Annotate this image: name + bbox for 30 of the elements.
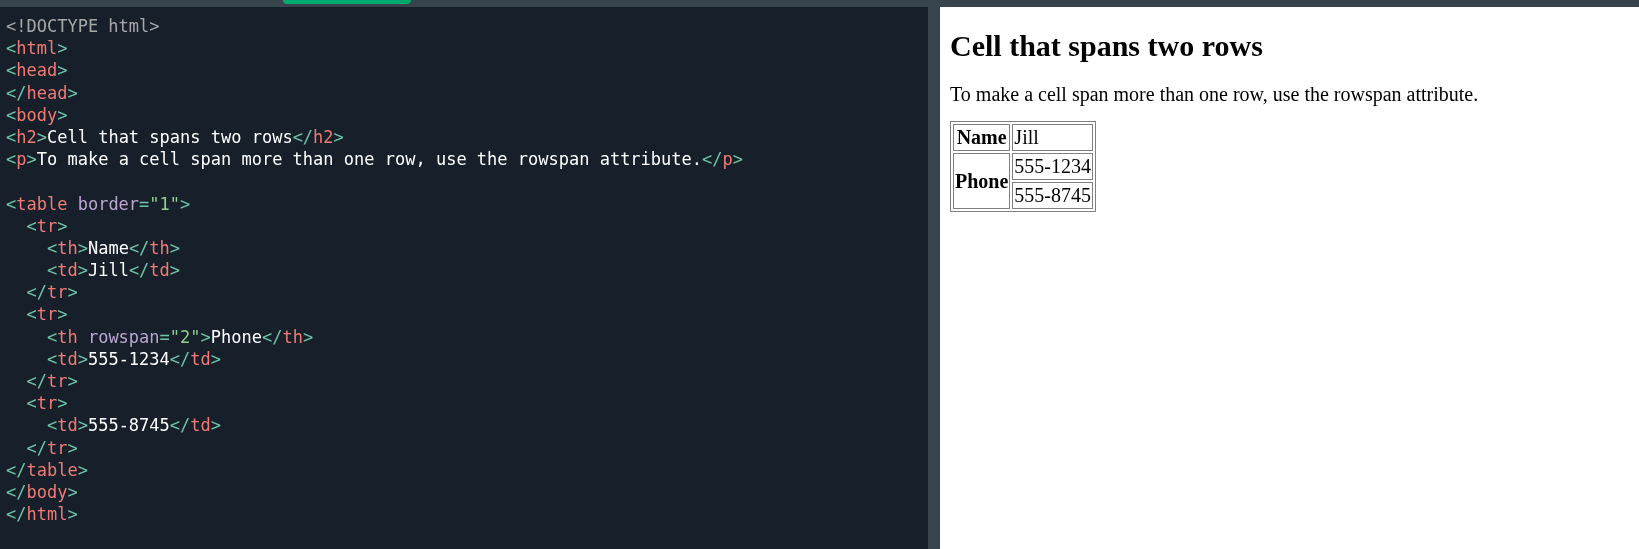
- code-line: <tr>: [25, 392, 68, 415]
- code-line: </body>: [6, 480, 78, 504]
- table-header-cell: Phone: [953, 153, 1011, 209]
- code-line: <head>: [6, 59, 68, 82]
- code-line: </tr>: [25, 281, 78, 304]
- code-line: <td>555-8745</td>: [45, 414, 222, 437]
- code-line: <html>: [6, 37, 68, 60]
- code-line: <table border="1">: [6, 192, 191, 215]
- code-line: <tr>: [25, 303, 68, 326]
- code-line: <h2>Cell that spans two rows</h2>: [6, 125, 344, 149]
- code-line: </head>: [6, 81, 78, 104]
- code-editor[interactable]: [0, 7, 928, 549]
- code-line: </tr>: [25, 436, 78, 459]
- code-line: </table>: [6, 458, 88, 481]
- table-cell: 555-8745: [1012, 182, 1093, 209]
- code-line: <th>Name</th>: [45, 236, 181, 260]
- code-line: </html>: [6, 503, 78, 526]
- table-cell: 555-1234: [1012, 153, 1093, 180]
- code-line: <tr>: [25, 214, 68, 237]
- table-header-cell: Name: [953, 124, 1011, 151]
- code-line: <p>To make a cell span more than one row, use the rowspan attribute.</p>: [6, 148, 743, 171]
- code-line: <td>Jill</td>: [45, 259, 181, 282]
- code-line: <td>555-1234</td>: [45, 347, 222, 370]
- code-line: <!DOCTYPE html>: [6, 15, 160, 38]
- code-line: </tr>: [25, 370, 78, 393]
- table-cell: Jill: [1012, 124, 1093, 151]
- result-paragraph: To make a cell span more than one row, use the rowspan attribute.: [950, 83, 1479, 106]
- code-line: <body>: [6, 103, 68, 126]
- code-line: <th rowspan="2">Phone</th>: [45, 325, 314, 348]
- result-heading: Cell that spans two rows: [950, 29, 1263, 63]
